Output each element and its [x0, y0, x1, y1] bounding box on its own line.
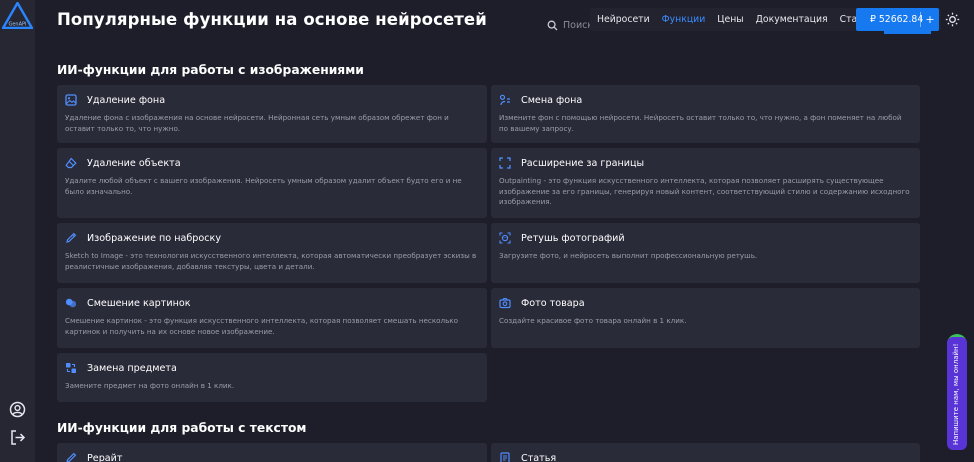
nav-item-neural-networks[interactable]: Нейросети: [591, 8, 656, 31]
section-title-text: ИИ-функции для работы с текстом: [57, 421, 307, 435]
nav-item-functions[interactable]: Функции: [656, 8, 712, 31]
blend-icon: [65, 298, 77, 308]
card-product-photo[interactable]: Фото товара Создайте красивое фото товар…: [491, 288, 920, 348]
rewrite-icon: [66, 452, 77, 462]
eraser-icon: [65, 157, 77, 169]
left-rail: GenAPI: [0, 0, 35, 462]
card-title: Смена фона: [521, 94, 583, 106]
search-input[interactable]: Поиск: [563, 20, 593, 31]
card-title: Изображение по наброску: [87, 232, 222, 244]
card-title: Рерайт: [87, 452, 123, 462]
page-title: Популярные функции на основе нейросетей: [57, 10, 487, 29]
search-box[interactable]: Поиск: [543, 12, 595, 39]
logout-icon[interactable]: [9, 429, 26, 446]
nav-item-prices[interactable]: Цены: [711, 8, 749, 31]
card-title: Смешение картинок: [87, 297, 191, 309]
card-description: Смешение картинок - это функция искусств…: [65, 316, 458, 336]
article-icon: [500, 452, 510, 462]
card-description: Загрузите фото, и нейросеть выполнит про…: [499, 251, 758, 260]
card-description: Замените предмет на фото онлайн в 1 клик…: [65, 381, 235, 390]
card-title: Замена предмета: [87, 362, 177, 374]
add-balance-button[interactable]: +: [921, 13, 939, 26]
card-title: Удаление фона: [87, 94, 166, 106]
card-title: Фото товара: [521, 297, 585, 309]
card-description: Создайте красивое фото товара онлайн в 1…: [499, 316, 687, 325]
logo-text: GenAPI: [8, 22, 26, 28]
product-photo-icon: [499, 297, 511, 309]
card-title: Статья: [521, 452, 557, 462]
balance-button[interactable]: ₽ 52662.84 +: [856, 8, 939, 31]
section-title-images: ИИ-функции для работы с изображениями: [57, 63, 364, 77]
card-outpainting[interactable]: Расширение за границы Outpainting - это …: [491, 148, 920, 218]
card-object-removal[interactable]: Удаление объекта Удалите любой объект с …: [57, 148, 487, 218]
card-description: Измените фон с помощью нейросети. Нейрос…: [499, 113, 902, 133]
logo-icon[interactable]: GenAPI: [2, 2, 33, 29]
sun-icon[interactable]: [945, 12, 960, 27]
expand-icon: [499, 157, 511, 169]
card-title: Удаление объекта: [87, 157, 181, 169]
profile-icon[interactable]: [9, 401, 26, 418]
card-background-removal[interactable]: Удаление фона Удаление фона с изображени…: [57, 85, 487, 143]
card-object-replace[interactable]: Замена предмета Замените предмет на фото…: [57, 353, 487, 402]
card-photo-retouch[interactable]: Ретушь фотографий Загрузите фото, и нейр…: [491, 223, 920, 283]
balance-underline: [884, 31, 931, 34]
card-description: Удаление фона с изображения на основе не…: [65, 113, 449, 133]
card-description: Удалите любой объект с вашего изображени…: [65, 176, 462, 196]
background-swap-icon: [499, 94, 510, 106]
retouch-icon: [499, 232, 511, 244]
card-background-change[interactable]: Смена фона Измените фон с помощью нейрос…: [491, 85, 920, 143]
card-description: Sketch to Image - это технология искусст…: [65, 251, 477, 271]
card-sketch-to-image[interactable]: Изображение по наброску Sketch to Image …: [57, 223, 487, 283]
image-icon: [65, 94, 77, 106]
card-title: Расширение за границы: [521, 157, 645, 169]
card-description: Outpainting - это функция искусственного…: [499, 176, 910, 207]
sketch-icon: [66, 232, 77, 243]
balance-amount: ₽ 52662.84: [870, 14, 924, 25]
card-rewrite[interactable]: Рерайт: [57, 443, 487, 462]
card-title: Ретушь фотографий: [521, 232, 625, 244]
search-icon: [547, 20, 558, 31]
card-article[interactable]: Статья: [491, 443, 920, 462]
nav-item-docs[interactable]: Документация: [750, 8, 834, 31]
card-image-blend[interactable]: Смешение картинок Смешение картинок - эт…: [57, 288, 487, 348]
replace-icon: [66, 363, 76, 373]
chat-widget-label[interactable]: Напишите нам, мы онлайн!: [952, 344, 960, 445]
